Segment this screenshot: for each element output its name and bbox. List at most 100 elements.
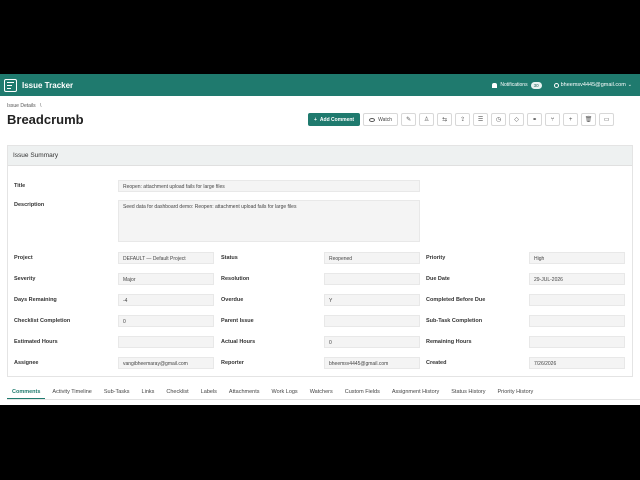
tab-status-history[interactable]: Status History	[446, 385, 490, 399]
detail-tabs: Comments Activity Timeline Sub-Tasks Links C…	[7, 385, 540, 399]
user-menu[interactable]: bheemsv4445@gmail.com ⌄	[553, 82, 632, 88]
reporter-label: Reporter	[221, 360, 244, 366]
estimated-hours-label: Estimated Hours	[14, 339, 58, 345]
add-comment-button[interactable]: + Add Comment	[308, 113, 361, 126]
project-label: Project	[14, 255, 33, 261]
edit-icon: ✎	[406, 117, 412, 123]
resolution-field[interactable]	[324, 273, 420, 285]
days-remaining-label: Days Remaining	[14, 297, 57, 303]
tab-sub-tasks[interactable]: Sub-Tasks	[99, 385, 135, 399]
link-icon: ⚭	[532, 117, 538, 123]
due-date-field[interactable]: 29-JUL-2026	[529, 273, 625, 285]
checklist-completion-label: Checklist Completion	[14, 318, 71, 324]
tag-button[interactable]: ◇	[509, 113, 525, 126]
add-comment-label: Add Comment	[319, 116, 355, 123]
tab-custom-fields[interactable]: Custom Fields	[340, 385, 385, 399]
issue-summary-card: Issue Summary Title Reopen: attachment u…	[7, 145, 633, 377]
more-button[interactable]: ▭	[599, 113, 615, 126]
issue-toolbar: + Add Comment Watch ✎ ♙ ⇆ ⇪ ☰ ◷ ◇ ⚭ ⑂ + 🗑 ▭	[308, 113, 615, 126]
page-title: Breadcrumb	[7, 112, 84, 127]
remaining-hours-label: Remaining Hours	[426, 339, 472, 345]
menu-icon[interactable]	[4, 78, 17, 92]
priority-label: Priority	[426, 255, 446, 261]
severity-label: Severity	[14, 276, 36, 282]
created-label: Created	[426, 360, 447, 366]
sub-task-completion-label: Sub-Task Completion	[426, 318, 483, 324]
trash-icon: 🗑	[584, 117, 593, 123]
tag-icon: ◇	[514, 117, 519, 123]
tab-priority-history[interactable]: Priority History	[493, 385, 539, 399]
parent-issue-label: Parent Issue	[221, 318, 254, 324]
branch-icon: ⑂	[550, 116, 555, 123]
title-label: Title	[14, 183, 26, 189]
bell-icon	[492, 82, 498, 88]
tab-checklist[interactable]: Checklist	[161, 385, 193, 399]
edit-button[interactable]: ✎	[401, 113, 417, 126]
completed-before-due-label: Completed Before Due	[426, 297, 486, 303]
app-title: Issue Tracker	[22, 80, 74, 90]
breadcrumb: Issue Details \	[7, 103, 41, 109]
transfer-button[interactable]: ⇆	[437, 113, 453, 126]
transfer-icon: ⇆	[442, 117, 448, 123]
top-bar: Issue Tracker Notifications 30 bheemsv44…	[0, 74, 640, 96]
plus-icon: +	[568, 116, 573, 123]
tab-labels[interactable]: Labels	[196, 385, 222, 399]
parent-issue-field[interactable]	[324, 315, 420, 327]
project-field[interactable]: DEFAULT — Default Project	[118, 252, 214, 264]
assignee-label: Assignee	[14, 360, 39, 366]
branch-button[interactable]: ⑂	[545, 113, 561, 126]
assign-icon: ♙	[423, 117, 430, 123]
app-window: Issue Tracker Notifications 30 bheemsv44…	[0, 74, 640, 405]
completed-before-due-field[interactable]	[529, 294, 625, 306]
watch-label: Watch	[378, 116, 393, 123]
plus-icon: +	[314, 116, 317, 123]
status-label: Status	[221, 255, 238, 261]
breadcrumb-item[interactable]: Issue Details	[7, 103, 36, 109]
upload-icon: ⇪	[460, 117, 466, 123]
notifications-button[interactable]: Notifications 30	[492, 81, 542, 89]
assign-button[interactable]: ♙	[419, 113, 435, 126]
eye-icon	[369, 117, 376, 122]
issue-summary-header: Issue Summary	[8, 146, 632, 166]
tab-comments[interactable]: Comments	[7, 385, 46, 399]
description-label: Description	[14, 202, 45, 208]
more-icon: ▭	[603, 117, 610, 123]
trash-button[interactable]: 🗑	[581, 113, 597, 126]
priority-field[interactable]: High	[529, 252, 625, 264]
tab-activity-timeline[interactable]: Activity Timeline	[47, 385, 96, 399]
estimated-hours-field[interactable]	[118, 336, 214, 348]
sub-task-completion-field[interactable]	[529, 315, 625, 327]
breadcrumb-separator: \	[40, 103, 42, 109]
severity-field[interactable]: Major	[118, 273, 214, 285]
tab-assignment-history[interactable]: Assignment History	[387, 385, 444, 399]
watch-button[interactable]: Watch	[363, 113, 399, 126]
overdue-field[interactable]: Y	[324, 294, 420, 306]
link-button[interactable]: ⚭	[527, 113, 543, 126]
tab-links[interactable]: Links	[137, 385, 160, 399]
status-field[interactable]: Reopened	[324, 252, 420, 264]
actual-hours-field[interactable]: 0	[324, 336, 420, 348]
reporter-field[interactable]: bheemsv4445@gmail.com	[324, 357, 420, 369]
due-date-label: Due Date	[426, 276, 450, 282]
clock-icon: ◷	[495, 117, 502, 123]
tabs-divider	[7, 399, 640, 400]
assignee-field[interactable]: vangibheemaray@gmail.com	[118, 357, 214, 369]
clock-button[interactable]: ◷	[491, 113, 507, 126]
plus-button[interactable]: +	[563, 113, 579, 126]
remaining-hours-field[interactable]	[529, 336, 625, 348]
notifications-count-badge: 30	[530, 81, 542, 89]
tab-watchers[interactable]: Watchers	[305, 385, 338, 399]
list-button[interactable]: ☰	[473, 113, 489, 126]
checklist-completion-field[interactable]: 0	[118, 315, 214, 327]
created-field[interactable]: 7/26/2026	[529, 357, 625, 369]
chevron-down-icon: ⌄	[627, 82, 632, 88]
actual-hours-label: Actual Hours	[221, 339, 256, 345]
tab-attachments[interactable]: Attachments	[224, 385, 265, 399]
tab-work-logs[interactable]: Work Logs	[267, 385, 303, 399]
days-remaining-field[interactable]: -4	[118, 294, 214, 306]
upload-button[interactable]: ⇪	[455, 113, 471, 126]
description-field[interactable]: Seed data for dashboard demo: Reopen: at…	[118, 200, 420, 242]
title-field[interactable]: Reopen: attachment upload fails for larg…	[118, 180, 420, 192]
user-icon	[553, 82, 559, 88]
overdue-label: Overdue	[221, 297, 244, 303]
